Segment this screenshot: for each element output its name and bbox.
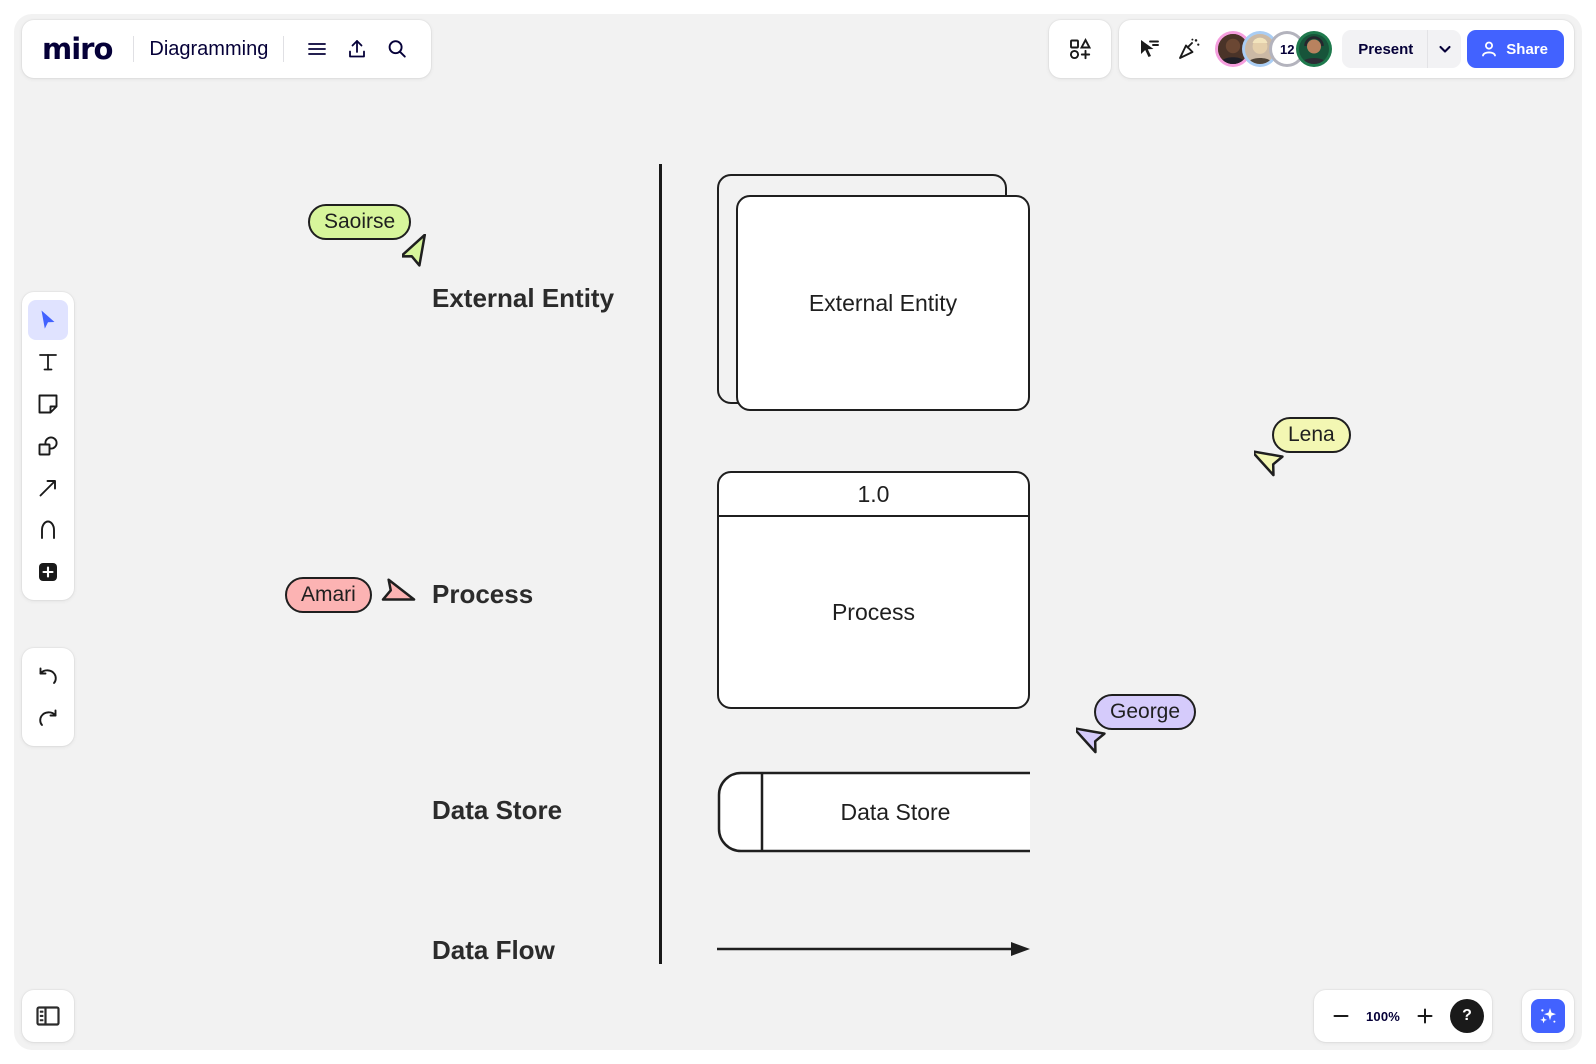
templates-card [1049, 20, 1112, 78]
tool-connector[interactable] [28, 468, 68, 508]
panel-toggle-button[interactable] [22, 990, 74, 1042]
redo-button[interactable] [28, 698, 68, 738]
board-title[interactable]: Diagramming [147, 38, 270, 61]
sidebar-panel-icon [36, 1006, 60, 1026]
cursor-saoirse-pointer-icon [402, 234, 427, 267]
shape-data-store-label: Data Store [840, 798, 951, 825]
creation-toolbar [22, 292, 74, 600]
label-data-flow: Data Flow [432, 935, 555, 965]
miro-ai-card [1522, 990, 1574, 1042]
sparkles-icon [1540, 1008, 1556, 1024]
history-toolbar [22, 648, 74, 746]
tool-more[interactable] [28, 552, 68, 592]
tool-pen[interactable] [28, 510, 68, 550]
miro-ai-button[interactable] [1531, 999, 1565, 1033]
miro-board-app: External Entity Process Data Store Data … [14, 14, 1582, 1050]
share-label: Share [1506, 40, 1548, 58]
shape-process[interactable]: 1.0 Process [717, 471, 1030, 709]
collaborator-avatars[interactable]: 12 [1215, 31, 1333, 67]
cursor-george-label: George [1094, 694, 1197, 731]
present-label: Present [1358, 40, 1414, 58]
cursor-saoirse-label: Saoirse [308, 204, 412, 241]
board-canvas[interactable]: External Entity Process Data Store Data … [14, 14, 1582, 1050]
shape-data-flow[interactable] [717, 934, 1030, 964]
label-external-entity: External Entity [432, 283, 615, 313]
shapes-templates-icon[interactable] [1062, 31, 1098, 67]
cursor-lena-label: Lena [1272, 417, 1351, 454]
cursor-chat-icon[interactable] [1131, 31, 1167, 67]
help-button[interactable]: ? [1450, 999, 1484, 1033]
export-icon[interactable] [339, 31, 375, 67]
collaboration-card: 12 Present Share [1119, 20, 1574, 78]
shape-external-entity[interactable]: External Entity [736, 195, 1030, 411]
undo-button[interactable] [28, 656, 68, 696]
header-divider-1 [133, 36, 135, 62]
legend-divider [659, 164, 662, 964]
tool-text[interactable] [28, 342, 68, 382]
zoom-controls: 100% ? [1314, 990, 1492, 1042]
label-process: Process [432, 579, 534, 609]
data-flow-arrow-icon [717, 942, 1030, 956]
label-data-store: Data Store [432, 795, 563, 825]
shape-process-label: Process [831, 598, 916, 625]
celebration-icon[interactable] [1171, 31, 1207, 67]
cursor-amari-pointer-icon [381, 578, 416, 601]
board-header-right: 12 Present Share [1049, 20, 1574, 78]
board-header-left: miro Diagramming [22, 20, 432, 78]
chevron-down-icon[interactable] [1427, 30, 1461, 68]
share-button[interactable]: Share [1467, 30, 1564, 68]
tool-select[interactable] [28, 300, 68, 340]
shape-process-number: 1.0 [719, 473, 1028, 517]
shape-data-store[interactable]: Data Store [717, 771, 1030, 853]
tool-sticky-note[interactable] [28, 384, 68, 424]
menu-icon[interactable] [299, 31, 335, 67]
tool-shapes[interactable] [28, 426, 68, 466]
zoom-out-button[interactable] [1322, 997, 1360, 1035]
person-icon [1482, 41, 1497, 57]
present-button[interactable]: Present [1342, 30, 1462, 68]
zoom-level[interactable]: 100% [1362, 1009, 1404, 1024]
avatar-3[interactable] [1296, 31, 1333, 67]
zoom-in-button[interactable] [1406, 997, 1444, 1035]
miro-logo[interactable]: miro [36, 34, 120, 64]
header-divider-2 [283, 36, 285, 62]
search-icon[interactable] [379, 31, 415, 67]
cursor-amari-label: Amari [285, 577, 372, 614]
